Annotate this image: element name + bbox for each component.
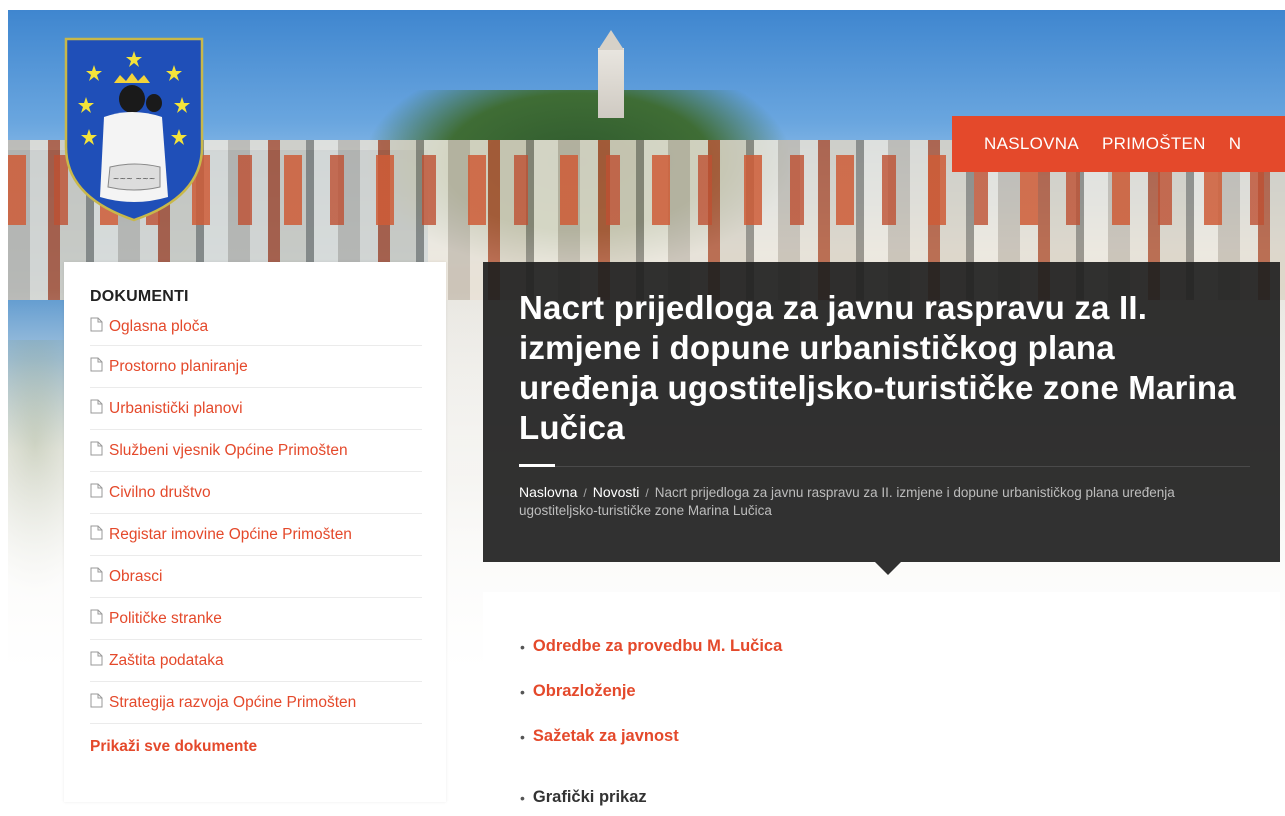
- attachment-link-sazetak[interactable]: Sažetak za javnost: [533, 727, 679, 746]
- graficki-prikaz-label: Grafički prikaz: [532, 788, 647, 806]
- sidebar-link[interactable]: Urbanistički planovi: [109, 400, 243, 418]
- title-divider: [519, 464, 1250, 467]
- attachments-list: • Odredbe za provedbu M. Lučica • Obrazl…: [520, 624, 1280, 816]
- coat-of-arms-logo[interactable]: ~~~ ~~~: [64, 37, 204, 222]
- page-title: Nacrt prijedloga za javnu raspravu za II…: [519, 289, 1236, 446]
- breadcrumb: Naslovna / Novosti / Nacrt prijedloga za jav…: [519, 483, 1250, 520]
- bullet: •: [520, 683, 525, 700]
- document-icon: [90, 567, 103, 587]
- sidebar-item-registar-imovine: Registar imovine Općine Primošten: [90, 514, 422, 556]
- header-pointer-arrow: [875, 562, 901, 575]
- attachment-link-obrazlozenje[interactable]: Obrazloženje: [533, 682, 636, 701]
- attachment-link-odredbe[interactable]: Odredbe za provedbu M. Lučica: [533, 637, 782, 656]
- sidebar-item-urbanisticki-planovi: Urbanistički planovi: [90, 388, 422, 430]
- nav-item-primosten[interactable]: PRIMOŠTEN: [1102, 134, 1206, 154]
- sidebar-link[interactable]: Službeni vjesnik Općine Primošten: [109, 442, 348, 460]
- list-item: • Odredbe za provedbu M. Lučica: [520, 624, 1280, 669]
- document-icon: [90, 693, 103, 713]
- sidebar-link[interactable]: Registar imovine Općine Primošten: [109, 526, 352, 544]
- bullet: •: [520, 638, 525, 655]
- sidebar-link[interactable]: Prostorno planiranje: [109, 358, 248, 376]
- svg-text:~~~ ~~~: ~~~ ~~~: [113, 174, 156, 183]
- sidebar-item-prostorno-planiranje: Prostorno planiranje: [90, 346, 422, 388]
- sidebar-item-politicke-stranke: Političke stranke: [90, 598, 422, 640]
- document-icon: [90, 483, 103, 503]
- document-icon: [90, 525, 103, 545]
- sidebar-item-oglasna-ploca: Oglasna ploča: [90, 315, 422, 346]
- church-tower: [598, 30, 624, 118]
- bullet: •: [520, 728, 525, 745]
- document-icon: [90, 357, 103, 377]
- main-navigation: NASLOVNA PRIMOŠTEN N: [952, 116, 1285, 172]
- breadcrumb-separator: /: [583, 486, 587, 500]
- show-all-documents-link[interactable]: Prikaži sve dokumente: [90, 738, 422, 756]
- document-icon: [90, 441, 103, 461]
- article-content: • Odredbe za provedbu M. Lučica • Obrazl…: [483, 592, 1280, 816]
- sidebar-link[interactable]: Zaštita podataka: [109, 652, 224, 670]
- sidebar-item-strategija-razvoja: Strategija razvoja Općine Primošten: [90, 682, 422, 724]
- sidebar-link[interactable]: Civilno društvo: [109, 484, 211, 502]
- list-item: • Obrazloženje: [520, 669, 1280, 714]
- documents-list: Oglasna ploča Prostorno planiranje Urban…: [90, 315, 422, 724]
- sidebar-link[interactable]: Obrasci: [109, 568, 162, 586]
- sidebar-link[interactable]: Oglasna ploča: [109, 318, 208, 336]
- breadcrumb-separator: /: [645, 486, 649, 500]
- sidebar-item-obrasci: Obrasci: [90, 556, 422, 598]
- documents-sidebar: DOKUMENTI Oglasna ploča Prostorno planir…: [64, 262, 446, 802]
- sidebar-item-sluzbeni-vjesnik: Službeni vjesnik Općine Primošten: [90, 430, 422, 472]
- document-icon: [90, 317, 103, 337]
- nav-item-next[interactable]: N: [1229, 134, 1242, 154]
- breadcrumb-section[interactable]: Novosti: [593, 484, 640, 500]
- sidebar-item-civilno-drustvo: Civilno društvo: [90, 472, 422, 514]
- document-icon: [90, 651, 103, 671]
- article-header: Nacrt prijedloga za javnu raspravu za II…: [483, 262, 1280, 562]
- sidebar-title: DOKUMENTI: [90, 288, 189, 305]
- nav-item-naslovna[interactable]: NASLOVNA: [984, 134, 1079, 154]
- list-item: • Grafički prikaz: [520, 775, 1280, 816]
- sidebar-link[interactable]: Strategija razvoja Općine Primošten: [109, 694, 356, 712]
- sidebar-item-zastita-podataka: Zaštita podataka: [90, 640, 422, 682]
- document-icon: [90, 399, 103, 419]
- sidebar-link[interactable]: Političke stranke: [109, 610, 222, 628]
- list-item: • Sažetak za javnost: [520, 714, 1280, 759]
- breadcrumb-home[interactable]: Naslovna: [519, 484, 577, 500]
- bullet: •: [520, 789, 525, 806]
- document-icon: [90, 609, 103, 629]
